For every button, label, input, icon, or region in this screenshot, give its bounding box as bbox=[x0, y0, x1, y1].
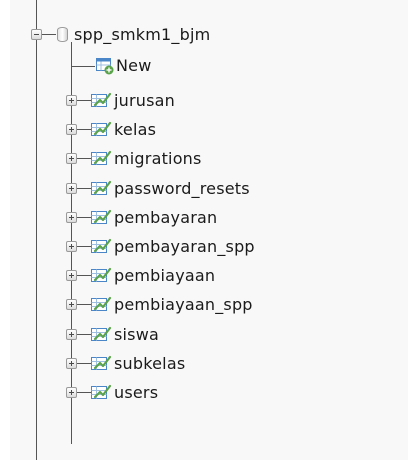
tree-guide-line bbox=[36, 0, 37, 460]
table-item-kelas[interactable]: kelas bbox=[114, 118, 156, 140]
expand-toggle-icon[interactable] bbox=[66, 329, 77, 340]
table-icon bbox=[91, 267, 112, 282]
new-table-item[interactable]: New bbox=[116, 54, 152, 76]
table-item-pembiayaan[interactable]: pembiayaan bbox=[114, 264, 215, 286]
table-name: kelas bbox=[114, 119, 157, 139]
collapse-toggle-icon[interactable] bbox=[31, 29, 42, 40]
expand-toggle-icon[interactable] bbox=[66, 358, 77, 369]
expand-toggle-icon[interactable] bbox=[66, 299, 77, 310]
expand-toggle-icon[interactable] bbox=[66, 387, 77, 398]
tree-connector bbox=[77, 392, 91, 393]
table-item-pembayaran_spp[interactable]: pembayaran_spp bbox=[114, 235, 255, 257]
table-name: pembiayaan bbox=[114, 265, 216, 285]
tree-connector bbox=[77, 129, 91, 130]
table-icon bbox=[91, 355, 112, 370]
table-item-pembayaran[interactable]: pembayaran bbox=[114, 206, 217, 228]
table-icon bbox=[91, 296, 112, 311]
expand-toggle-icon[interactable] bbox=[66, 153, 77, 164]
table-item-siswa[interactable]: siswa bbox=[114, 323, 159, 345]
tree-connector bbox=[77, 100, 91, 101]
table-name: pembiayaan_spp bbox=[114, 294, 253, 314]
table-name: users bbox=[114, 382, 159, 402]
table-name: subkelas bbox=[114, 353, 186, 373]
table-item-migrations[interactable]: migrations bbox=[114, 147, 202, 169]
table-icon bbox=[91, 238, 112, 253]
database-icon bbox=[57, 27, 68, 42]
tree-connector bbox=[77, 363, 91, 364]
table-icon bbox=[91, 326, 112, 341]
tree-connector bbox=[77, 304, 91, 305]
table-item-pembiayaan_spp[interactable]: pembiayaan_spp bbox=[114, 293, 253, 315]
table-name: pembayaran bbox=[114, 207, 218, 227]
table-item-users[interactable]: users bbox=[114, 381, 158, 403]
table-name: password_resets bbox=[114, 178, 250, 198]
table-name: pembayaran_spp bbox=[114, 236, 255, 256]
expand-toggle-icon[interactable] bbox=[66, 124, 77, 135]
table-name: jurusan bbox=[114, 90, 175, 110]
table-icon bbox=[91, 384, 112, 399]
table-name: migrations bbox=[114, 148, 202, 168]
expand-toggle-icon[interactable] bbox=[66, 270, 77, 281]
table-name: siswa bbox=[114, 324, 160, 344]
table-icon bbox=[91, 92, 112, 107]
database-item[interactable]: spp_smkm1_bjm bbox=[74, 23, 210, 45]
tree-connector bbox=[77, 217, 91, 218]
new-label: New bbox=[116, 55, 152, 75]
tree-connector bbox=[77, 246, 91, 247]
table-item-jurusan[interactable]: jurusan bbox=[114, 89, 175, 111]
tree-connector bbox=[77, 158, 91, 159]
new-table-icon bbox=[96, 58, 114, 75]
tree-connector bbox=[77, 334, 91, 335]
table-icon bbox=[91, 209, 112, 224]
tree-connector bbox=[77, 188, 91, 189]
database-name: spp_smkm1_bjm bbox=[74, 24, 211, 44]
tree-connector bbox=[42, 34, 56, 35]
expand-toggle-icon[interactable] bbox=[66, 183, 77, 194]
table-icon bbox=[91, 150, 112, 165]
table-icon bbox=[91, 180, 112, 195]
table-item-password_resets[interactable]: password_resets bbox=[114, 177, 250, 199]
expand-toggle-icon[interactable] bbox=[66, 241, 77, 252]
expand-toggle-icon[interactable] bbox=[66, 212, 77, 223]
tree-connector bbox=[77, 275, 91, 276]
expand-toggle-icon[interactable] bbox=[66, 95, 77, 106]
table-item-subkelas[interactable]: subkelas bbox=[114, 352, 185, 374]
tree-connector bbox=[71, 66, 95, 67]
table-icon bbox=[91, 121, 112, 136]
